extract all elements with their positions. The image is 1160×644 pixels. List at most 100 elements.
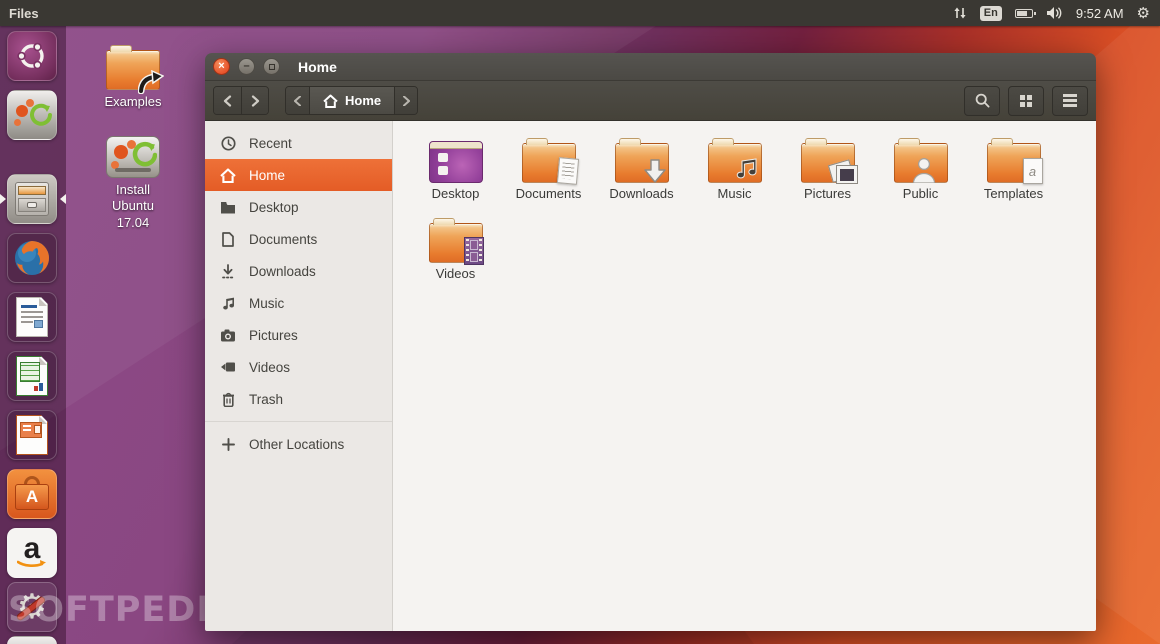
file-item-documents[interactable]: Documents: [502, 133, 595, 211]
file-item-public[interactable]: Public: [874, 133, 967, 211]
file-item-label: Pictures: [804, 186, 851, 201]
keyboard-indicator[interactable]: En: [979, 5, 1002, 21]
launcher-item-firefox[interactable]: [7, 233, 57, 283]
sidebar-item-home[interactable]: Home: [205, 159, 392, 191]
sidebar-item-label: Recent: [249, 135, 292, 151]
calc-document-icon: [16, 356, 48, 396]
music-folder-icon: [707, 138, 762, 183]
file-item-templates[interactable]: a Templates: [967, 133, 1060, 211]
launcher-item-ubuntu-installer[interactable]: [7, 90, 57, 140]
sidebar-item-label: Pictures: [249, 327, 298, 343]
documents-folder-icon: [521, 138, 579, 185]
desktop-icon-examples[interactable]: Examples: [95, 44, 171, 110]
impress-document-icon: [16, 415, 48, 455]
close-button[interactable]: ×: [213, 58, 230, 75]
sidebar-item-label: Downloads: [249, 263, 316, 279]
search-button[interactable]: [964, 85, 1000, 116]
video-icon: [220, 359, 236, 375]
home-icon: [323, 94, 338, 108]
forward-button[interactable]: [241, 87, 268, 114]
public-folder-icon: [893, 138, 948, 183]
file-item-pictures[interactable]: Pictures: [781, 133, 874, 211]
sidebar-item-downloads[interactable]: Downloads: [205, 255, 392, 287]
launcher-item-ubuntu-software[interactable]: A: [7, 469, 57, 519]
templates-folder-icon: a: [986, 138, 1043, 184]
folder-icon: [220, 199, 236, 215]
file-item-label: Music: [717, 186, 752, 201]
battery-icon[interactable]: [1014, 8, 1036, 18]
launcher-item-files[interactable]: [7, 174, 57, 224]
app-menu-files[interactable]: Files: [9, 6, 39, 21]
window-body: Recent Home Desktop Documents Downloads …: [205, 121, 1096, 631]
launcher-item-ubuntu-dash[interactable]: [7, 31, 57, 81]
desktop-icon-label: Install Ubuntu 17.04: [112, 182, 154, 230]
sidebar-item-label: Music: [249, 295, 285, 311]
volume-icon[interactable]: [1046, 6, 1063, 20]
file-item-label: Downloads: [609, 186, 674, 201]
home-icon: [220, 167, 236, 183]
download-icon: [220, 263, 236, 279]
ubuntu-logo-icon: [17, 42, 44, 70]
menu-button[interactable]: [1052, 85, 1088, 116]
file-grid: Desktop Documents Downloads Music Pictur…: [393, 121, 1096, 631]
sidebar-item-label: Desktop: [249, 199, 299, 215]
window-titlebar[interactable]: × – Home: [205, 53, 1096, 81]
unity-launcher: A a ⚙: [0, 26, 66, 644]
camera-icon: [220, 327, 236, 343]
hamburger-menu-icon: [1063, 94, 1077, 107]
launcher-item-libreoffice-writer[interactable]: [7, 292, 57, 342]
file-item-label: Desktop: [431, 186, 480, 201]
maximize-button[interactable]: [263, 58, 280, 75]
breadcrumb-home[interactable]: Home: [309, 87, 395, 114]
launcher-item-libreoffice-impress[interactable]: [7, 410, 57, 460]
sidebar-item-recent[interactable]: Recent: [205, 127, 392, 159]
sidebar-item-documents[interactable]: Documents: [205, 223, 392, 255]
plus-icon: [220, 436, 236, 452]
file-item-music[interactable]: Music: [688, 133, 781, 211]
clock-icon: [220, 135, 236, 151]
launcher-item-removable-disk[interactable]: [7, 636, 57, 644]
sidebar-item-desktop[interactable]: Desktop: [205, 191, 392, 223]
clock[interactable]: 9:52 AM: [1076, 6, 1124, 21]
pictures-folder-icon: [800, 138, 858, 184]
watermark-text: SOFTPEDIA: [8, 590, 239, 630]
grid-view-icon: [1020, 94, 1032, 107]
back-button[interactable]: [214, 87, 241, 114]
sidebar-item-other-locations[interactable]: Other Locations: [205, 428, 392, 460]
sidebar-item-label: Home: [249, 167, 286, 183]
launcher-item-files-wrap: [0, 174, 66, 224]
file-item-videos[interactable]: Videos: [409, 213, 502, 291]
music-note-emblem: [736, 158, 757, 179]
sidebar-item-trash[interactable]: Trash: [205, 383, 392, 415]
path-next-button[interactable]: [394, 87, 418, 114]
installer-drive-icon: [106, 136, 160, 178]
session-gear-icon[interactable]: ⚙: [1137, 6, 1150, 21]
writer-document-icon: [16, 297, 48, 337]
examples-folder-icon: [106, 44, 164, 94]
file-item-label: Videos: [435, 266, 476, 281]
file-item-desktop[interactable]: Desktop: [409, 133, 502, 211]
grid-view-button[interactable]: [1008, 85, 1044, 116]
videos-folder-icon: [428, 218, 484, 265]
network-arrows-icon[interactable]: [953, 6, 967, 20]
download-arrow-emblem: [643, 159, 666, 183]
focused-indicator-icon: [60, 194, 66, 204]
file-item-label: Templates: [983, 186, 1044, 201]
launcher-item-libreoffice-calc[interactable]: [7, 351, 57, 401]
sidebar-item-pictures[interactable]: Pictures: [205, 319, 392, 351]
sidebar-item-music[interactable]: Music: [205, 287, 392, 319]
path-prev-button[interactable]: [286, 87, 309, 114]
desktop-folder-icon: [428, 141, 483, 183]
history-nav-group: [213, 86, 269, 115]
desktop-icon-install-ubuntu[interactable]: Install Ubuntu 17.04: [95, 136, 171, 231]
sidebar-item-label: Trash: [249, 391, 284, 407]
trash-icon: [220, 391, 236, 407]
sidebar-item-videos[interactable]: Videos: [205, 351, 392, 383]
downloads-folder-icon: [614, 138, 669, 183]
minimize-button[interactable]: –: [238, 58, 255, 75]
file-item-label: Public: [902, 186, 939, 201]
file-item-downloads[interactable]: Downloads: [595, 133, 688, 211]
launcher-item-amazon[interactable]: a: [7, 528, 57, 578]
file-item-label: Documents: [515, 186, 582, 201]
amazon-icon: a: [17, 534, 47, 570]
